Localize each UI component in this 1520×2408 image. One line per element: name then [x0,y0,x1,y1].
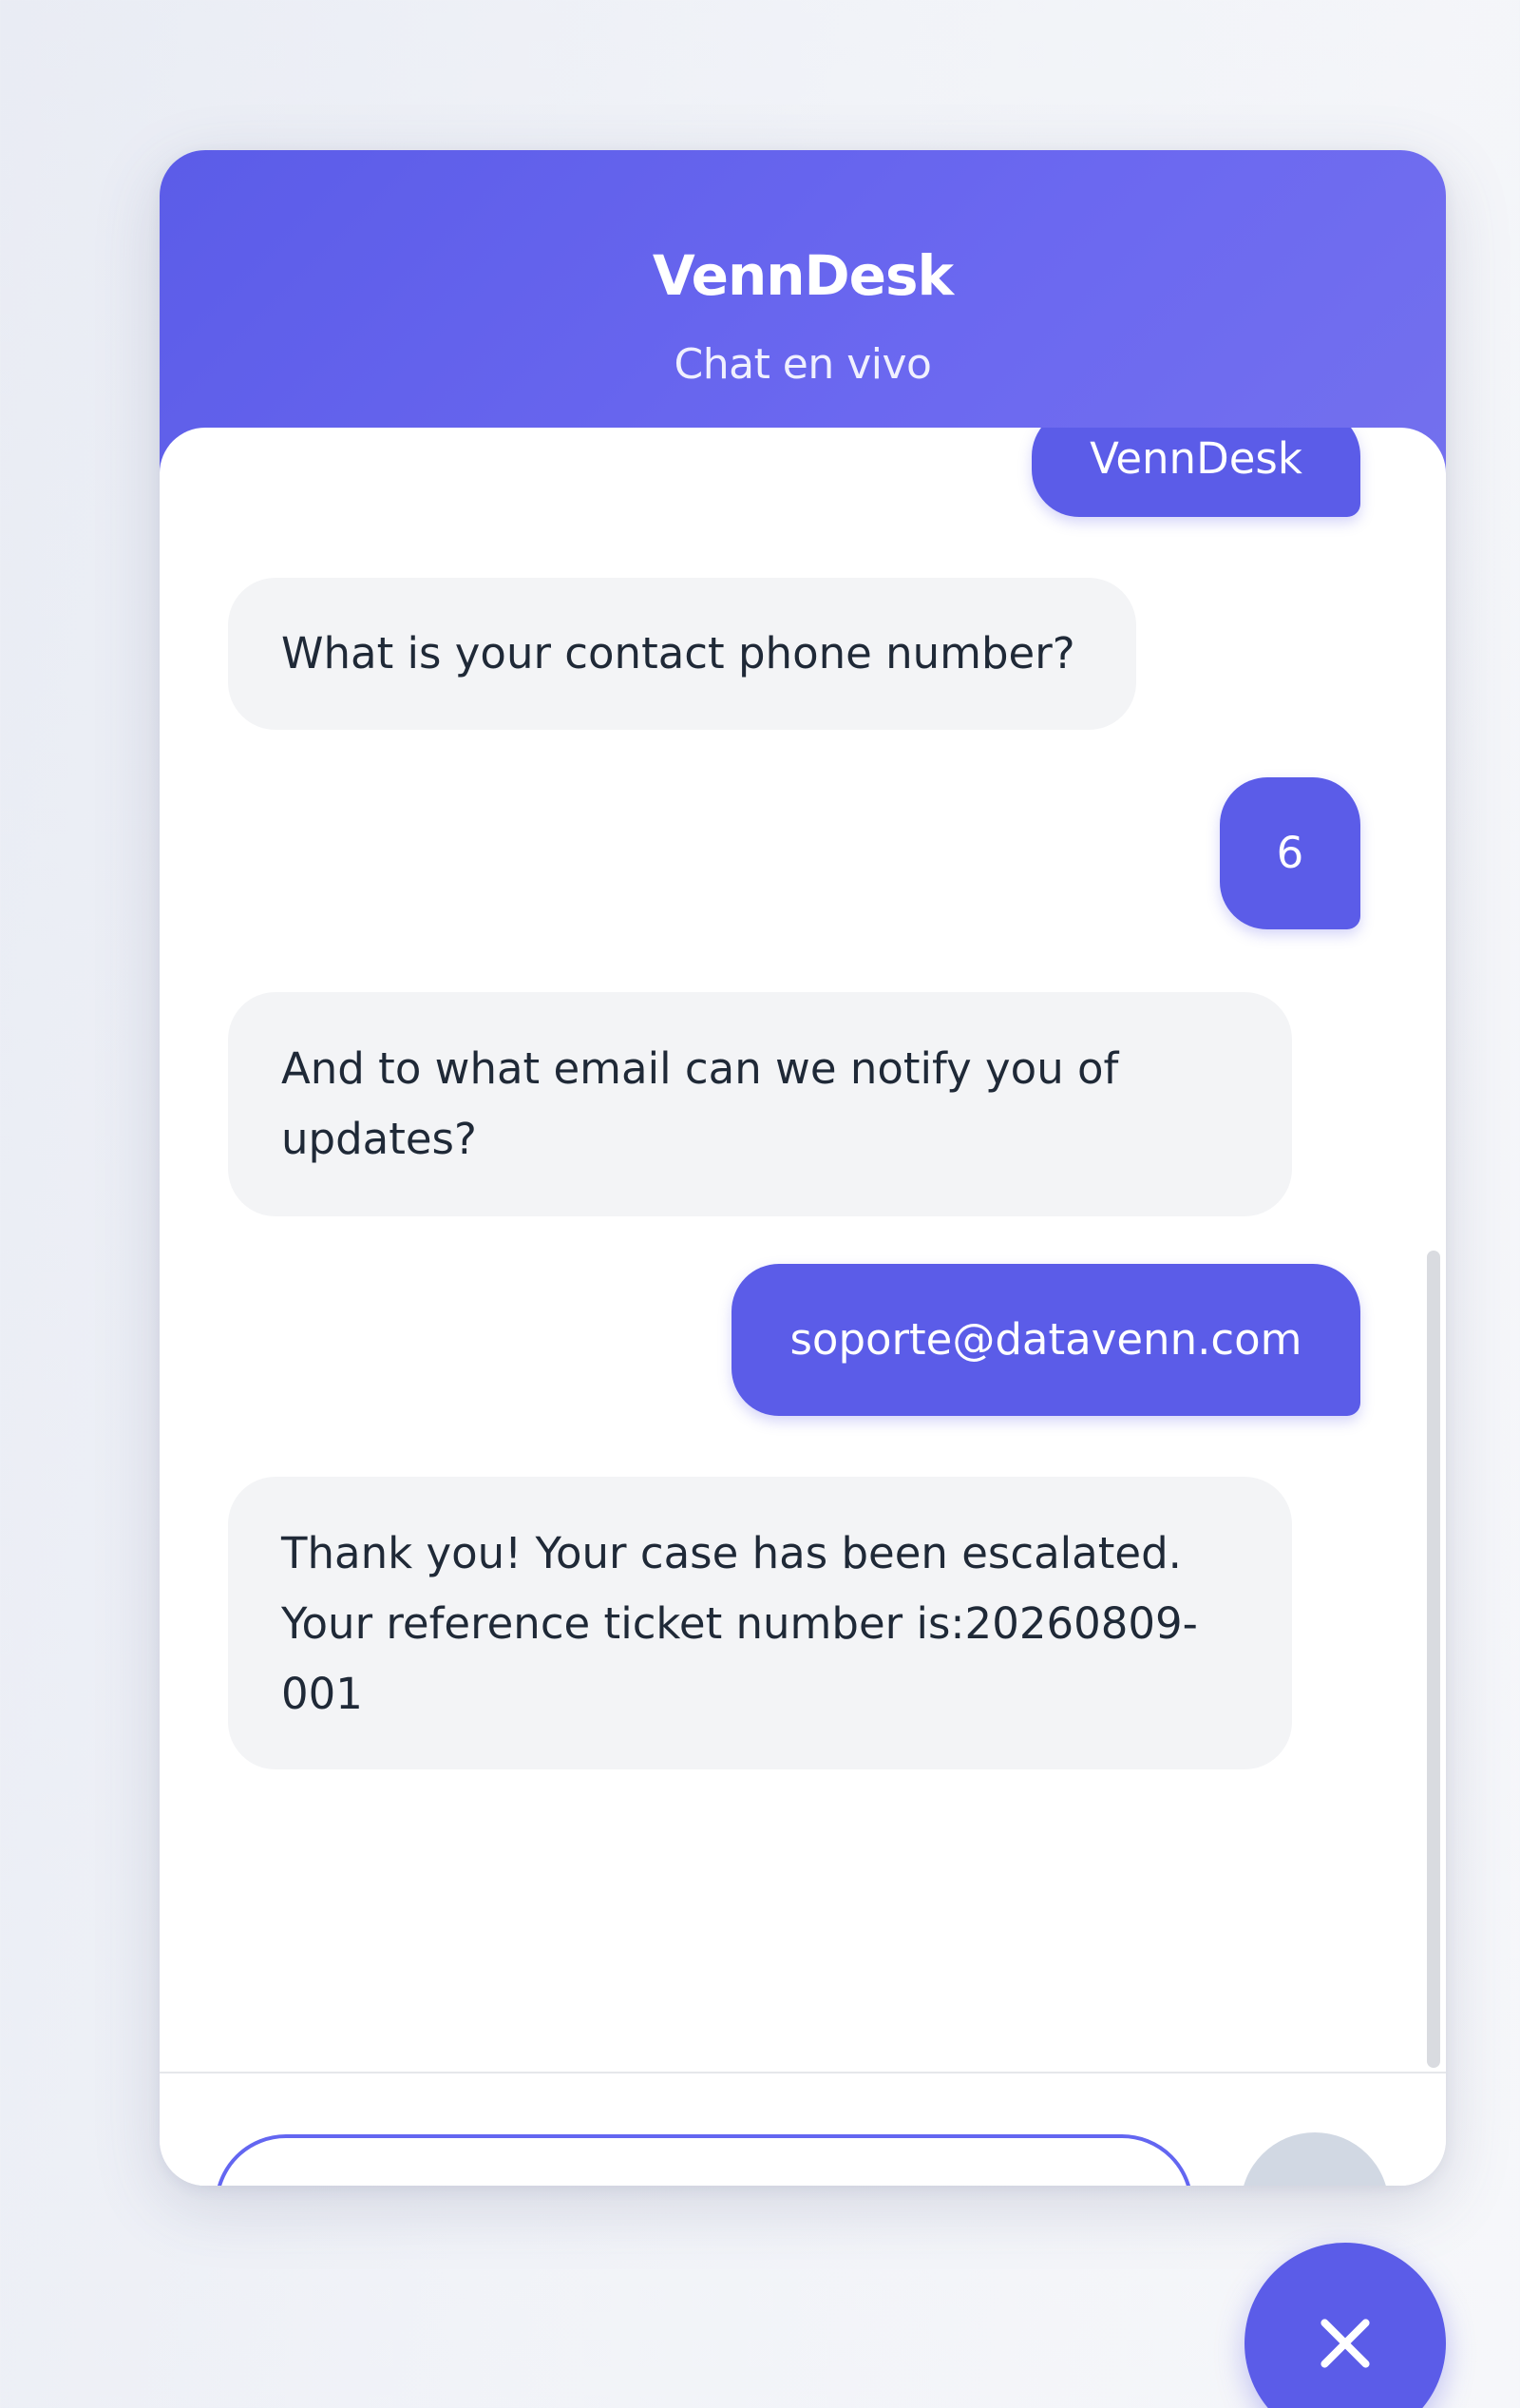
user-message: VennDesk [1032,428,1360,517]
send-button[interactable] [1241,2132,1389,2186]
message-input[interactable] [215,2134,1193,2186]
close-chat-button[interactable] [1244,2243,1446,2408]
bot-message: Thank you! Your case has been escalated.… [228,1477,1292,1769]
chat-subtitle: Chat en vivo [674,340,932,389]
bot-message: And to what email can we notify you of u… [228,992,1292,1216]
composer [160,2072,1446,2186]
send-icon [1284,2176,1345,2186]
user-message: 6 [1220,777,1360,929]
message-list-scrollbar[interactable] [1427,1251,1440,2068]
bot-message: What is your contact phone number? [228,578,1136,730]
message-list[interactable]: VennDesk What is your contact phone numb… [160,428,1446,2072]
chat-widget: VennDesk Chat en vivo VennDesk What is y… [160,150,1446,2186]
close-icon [1320,2319,1370,2368]
chat-header: VennDesk Chat en vivo [160,150,1446,473]
chat-title: VennDesk [652,243,954,308]
user-message: soporte@datavenn.com [732,1264,1360,1416]
